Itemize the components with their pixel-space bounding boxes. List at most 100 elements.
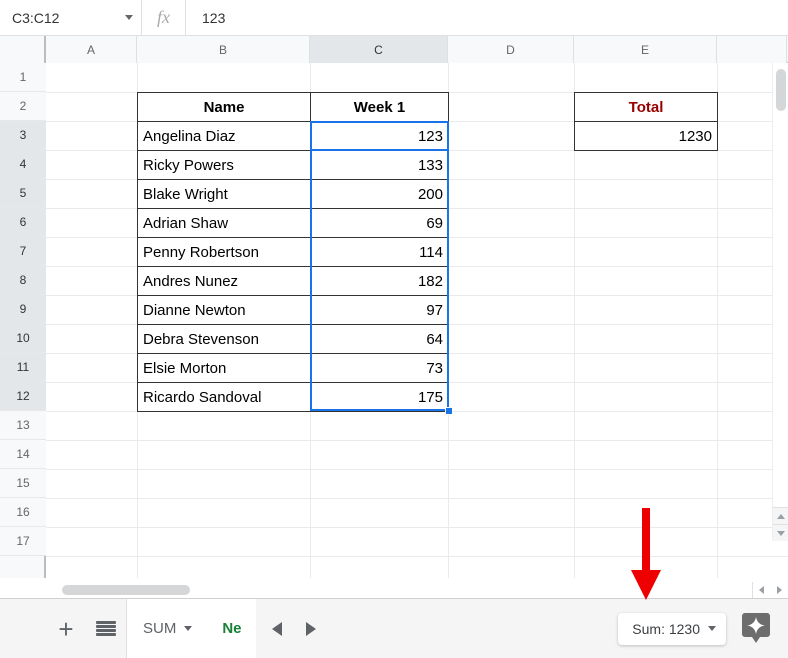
chevron-down-icon[interactable]	[184, 626, 193, 631]
cell-week1-value[interactable]: 64	[310, 324, 449, 354]
cell-name[interactable]: Debra Stevenson	[137, 324, 311, 354]
row-header-12[interactable]: 12	[0, 382, 46, 411]
row-header-1[interactable]: 1	[0, 63, 46, 92]
all-sheets-button[interactable]	[86, 609, 126, 649]
table-row[interactable]: Andres Nunez 182	[137, 266, 449, 296]
chevron-down-icon[interactable]	[708, 626, 716, 631]
row-header-4[interactable]: 4	[0, 150, 46, 179]
horizontal-scrollbar[interactable]	[46, 582, 752, 598]
cell-name[interactable]: Blake Wright	[137, 179, 311, 209]
row-header-11[interactable]: 11	[0, 353, 46, 382]
row-header-5[interactable]: 5	[0, 179, 46, 208]
cell-name[interactable]: Adrian Shaw	[137, 208, 311, 238]
previous-sheet-button[interactable]	[260, 609, 294, 649]
bottom-bar-spacer	[331, 598, 619, 658]
table-row[interactable]: Blake Wright 200	[137, 179, 449, 209]
gridline-h	[46, 469, 788, 470]
cell-name[interactable]: Elsie Morton	[137, 353, 311, 383]
formula-bar: C3:C12 fx 123	[0, 0, 788, 36]
grid-body: 1 2 3 4 5 6 7 8 9 10 11 12 13 14 15 16 17 Name Week 1 An…	[0, 63, 788, 578]
total-title: Total	[574, 92, 718, 122]
select-all-corner[interactable]	[0, 36, 46, 63]
sheet-tab-new[interactable]: Ne	[208, 598, 256, 658]
cell-area[interactable]: Name Week 1 Angelina Diaz 123 Ricky Powers…	[46, 63, 788, 578]
cell-week1-value[interactable]: 114	[310, 237, 449, 267]
column-header-c[interactable]: C	[310, 36, 448, 63]
cell-name[interactable]: Ricky Powers	[137, 150, 311, 180]
cell-week1-value[interactable]: 182	[310, 266, 449, 296]
horizontal-scrollbar-thumb[interactable]	[62, 585, 190, 595]
explore-sparkle-icon	[742, 612, 770, 643]
sheet-nav-arrows	[255, 598, 332, 658]
scroll-left-button[interactable]	[753, 582, 771, 598]
cell-name[interactable]: Angelina Diaz	[137, 121, 311, 151]
scroll-up-button[interactable]	[773, 507, 788, 524]
cell-name[interactable]: Dianne Newton	[137, 295, 311, 325]
cell-name[interactable]: Andres Nunez	[137, 266, 311, 296]
triangle-up-icon	[777, 513, 785, 519]
total-value: 1230	[574, 121, 718, 151]
function-button[interactable]: fx	[142, 0, 186, 36]
row-header-10[interactable]: 10	[0, 324, 46, 353]
fill-handle[interactable]	[445, 407, 453, 415]
explore-button[interactable]	[740, 612, 772, 646]
row-header-6[interactable]: 6	[0, 208, 46, 237]
row-header-3[interactable]: 3	[0, 121, 46, 150]
column-header-f[interactable]	[717, 36, 787, 63]
formula-input[interactable]: 123	[186, 10, 225, 26]
scroll-right-button[interactable]	[771, 582, 788, 598]
cell-week1-value[interactable]: 73	[310, 353, 449, 383]
cell-week1-value[interactable]: 200	[310, 179, 449, 209]
gridline-h	[46, 440, 788, 441]
table-row[interactable]: Debra Stevenson 64	[137, 324, 449, 354]
plus-icon: +	[58, 613, 74, 644]
name-box-value: C3:C12	[12, 9, 60, 26]
table-header-row: Name Week 1	[137, 92, 449, 122]
table-row[interactable]: Angelina Diaz 123	[137, 121, 449, 151]
table-row[interactable]: Elsie Morton 73	[137, 353, 449, 383]
cell-name[interactable]: Penny Robertson	[137, 237, 311, 267]
chevron-down-icon[interactable]	[125, 15, 133, 20]
column-header-e[interactable]: E	[574, 36, 717, 63]
row-header-13[interactable]: 13	[0, 411, 46, 440]
table-row[interactable]: Adrian Shaw 69	[137, 208, 449, 238]
total-table: Total 1230	[574, 92, 718, 151]
add-sheet-button[interactable]: +	[46, 609, 86, 649]
row-header-14[interactable]: 14	[0, 440, 46, 469]
row-header-15[interactable]: 15	[0, 469, 46, 498]
name-box[interactable]: C3:C12	[0, 0, 142, 36]
hamburger-icon	[96, 621, 116, 636]
table-row[interactable]: Ricky Powers 133	[137, 150, 449, 180]
vertical-scrollbar[interactable]	[772, 63, 788, 541]
column-title-name: Name	[137, 92, 311, 122]
column-header-b[interactable]: B	[137, 36, 310, 63]
table-row[interactable]: Dianne Newton 97	[137, 295, 449, 325]
cell-week1-value[interactable]: 97	[310, 295, 449, 325]
triangle-down-icon	[777, 530, 785, 536]
next-sheet-button[interactable]	[294, 609, 328, 649]
fx-icon: fx	[157, 7, 170, 27]
scroll-down-button[interactable]	[773, 524, 788, 541]
row-header-17[interactable]: 17	[0, 527, 46, 556]
row-header-7[interactable]: 7	[0, 237, 46, 266]
row-header-8[interactable]: 8	[0, 266, 46, 295]
bottom-bar-gutter	[0, 599, 46, 658]
cell-week1-value[interactable]: 175	[310, 382, 449, 412]
sheet-tab-sum[interactable]: SUM	[127, 598, 209, 658]
column-header-a[interactable]: A	[46, 36, 137, 63]
total-value-row: 1230	[574, 121, 718, 151]
table-row[interactable]: Ricardo Sandoval 175	[137, 382, 449, 412]
cell-week1-value[interactable]: 133	[310, 150, 449, 180]
gridline-h	[46, 498, 788, 499]
vertical-scrollbar-thumb[interactable]	[776, 69, 786, 111]
table-row[interactable]: Penny Robertson 114	[137, 237, 449, 267]
cell-week1-value[interactable]: 123	[310, 121, 449, 151]
spreadsheet-app: C3:C12 fx 123 A B C D E 1 2 3 4 5 6 7 8 9 10 11 12 1…	[0, 0, 788, 658]
row-header-9[interactable]: 9	[0, 295, 46, 324]
column-header-d[interactable]: D	[448, 36, 574, 63]
cell-name[interactable]: Ricardo Sandoval	[137, 382, 311, 412]
row-header-16[interactable]: 16	[0, 498, 46, 527]
cell-week1-value[interactable]: 69	[310, 208, 449, 238]
row-header-2[interactable]: 2	[0, 92, 46, 121]
sum-status-chip[interactable]: Sum: 1230	[618, 612, 726, 645]
